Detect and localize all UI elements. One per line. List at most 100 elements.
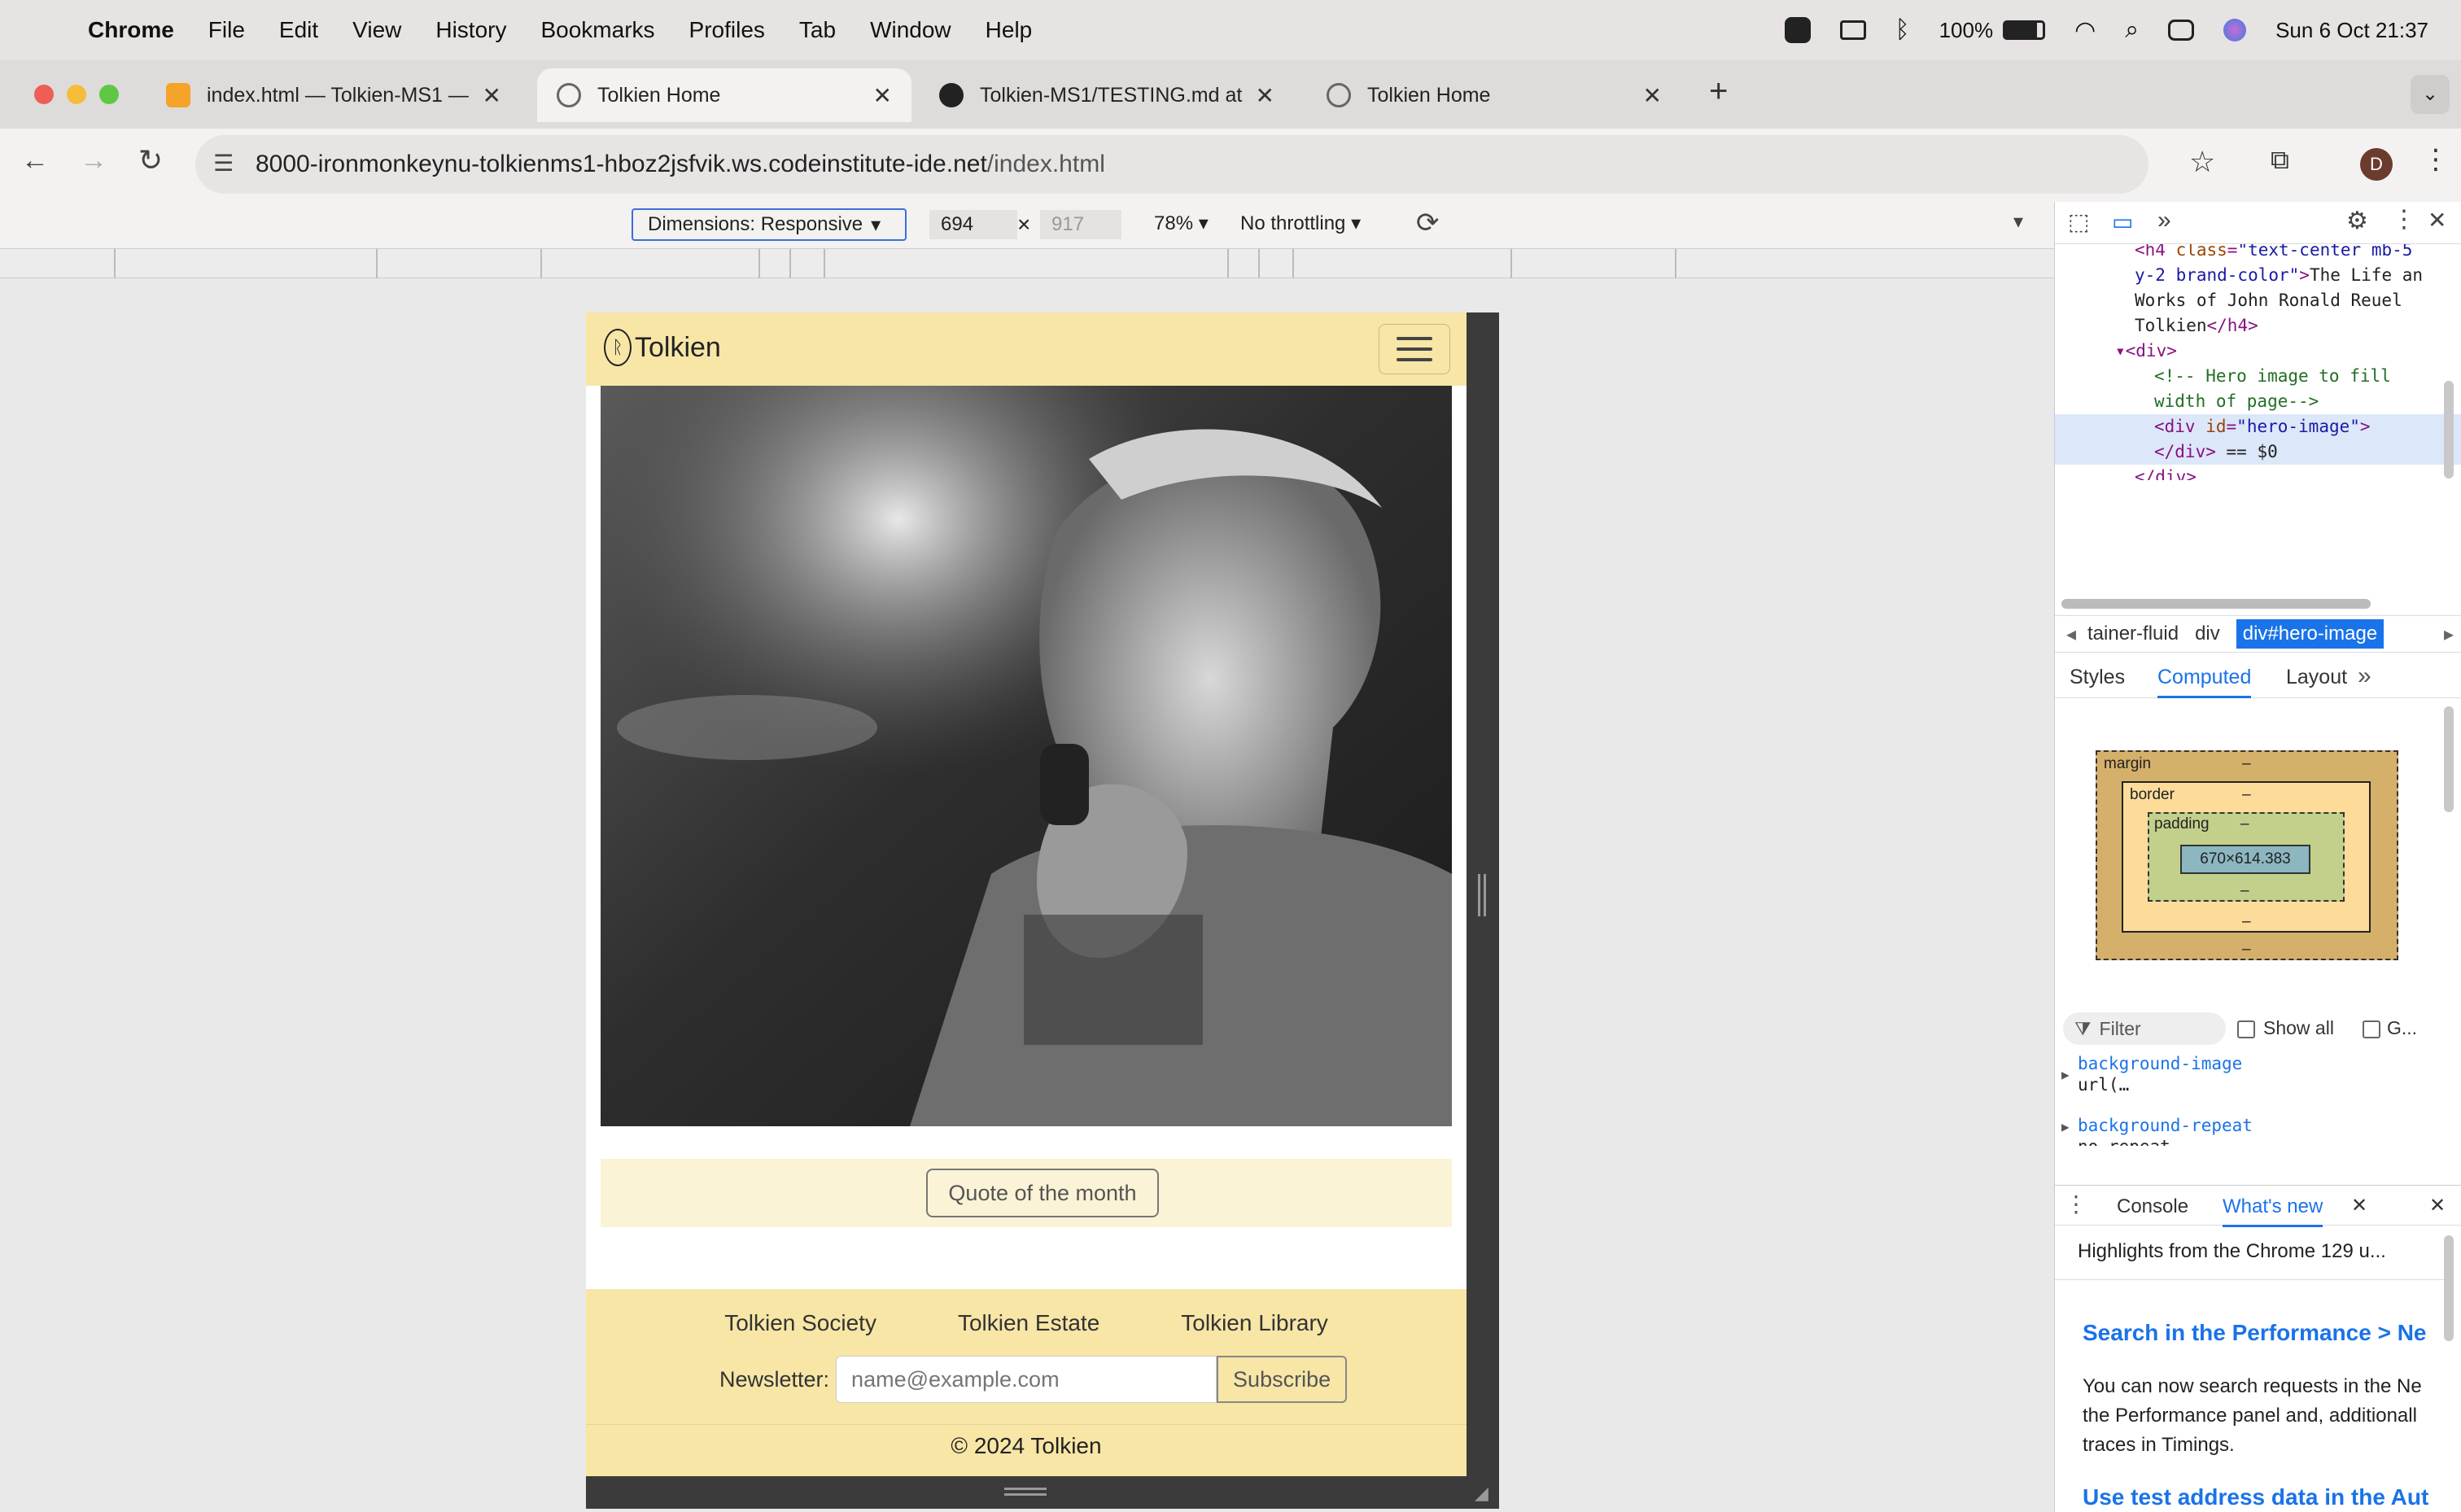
throttling-select[interactable]: No throttling ▾ [1240, 212, 1361, 235]
close-drawer-icon[interactable]: ✕ [2429, 1194, 2446, 1217]
breadcrumb-item-selected[interactable]: div#hero-image [2236, 619, 2385, 649]
group-checkbox[interactable] [2363, 1020, 2380, 1038]
menu-edit[interactable]: Edit [279, 17, 318, 43]
forward-icon[interactable]: → [80, 145, 107, 177]
wifi-icon[interactable]: ◠ [2074, 16, 2096, 45]
tab-console[interactable]: Console [2117, 1195, 2188, 1218]
footer-link-tolkien-estate[interactable]: Tolkien Estate [958, 1310, 1099, 1336]
height-input[interactable]: 917 [1040, 210, 1121, 239]
profile-avatar[interactable]: D [2360, 148, 2393, 181]
more-panels-icon[interactable]: » [2157, 207, 2171, 234]
extensions-icon[interactable]: ⧉ [2271, 145, 2289, 176]
devtools-menu-icon[interactable]: ⋮ [2392, 205, 2416, 234]
address-bar[interactable]: ☰ 8000-ironmonkeynu-tolkienms1-hboz2jsfv… [195, 135, 2148, 194]
clock[interactable]: Sun 6 Oct 21:37 [2275, 18, 2428, 43]
menu-window[interactable]: Window [870, 17, 951, 43]
globe-icon [557, 83, 581, 107]
computed-scrollbar[interactable] [2444, 706, 2454, 812]
quote-of-the-month-button[interactable]: Quote of the month [926, 1169, 1159, 1217]
breadcrumb-item[interactable]: div [2195, 623, 2220, 645]
new-tab-icon[interactable]: + [1709, 73, 1728, 110]
breadcrumb-left-icon[interactable]: ◂ [2055, 623, 2087, 646]
resize-grip-icon[interactable] [1004, 1488, 1047, 1496]
computed-property[interactable]: ▶ background-repeat no-repeat [2055, 1115, 2461, 1146]
newsletter-email-input[interactable] [836, 1356, 1217, 1403]
viewport-resize-handle-bottom[interactable]: ◢ [586, 1476, 1499, 1509]
tab-whats-new[interactable]: What's new [2223, 1195, 2323, 1227]
dom-breadcrumbs: ◂ tainer-fluid div div#hero-image ▸ [2055, 615, 2461, 653]
battery-icon[interactable] [2003, 20, 2046, 40]
subscribe-button[interactable]: Subscribe [1217, 1356, 1348, 1403]
menu-profiles[interactable]: Profiles [689, 17, 765, 43]
elements-horizontal-scrollbar[interactable] [2061, 599, 2371, 609]
width-input[interactable]: 694 [929, 210, 1017, 239]
close-icon[interactable]: ✕ [873, 82, 892, 109]
footer-link-tolkien-library[interactable]: Tolkien Library [1181, 1310, 1328, 1336]
app-status-icon[interactable] [1784, 17, 1811, 43]
inspect-element-icon[interactable]: ⬚ [2068, 208, 2089, 235]
menu-bookmarks[interactable]: Bookmarks [540, 17, 654, 43]
device-toggle-icon[interactable]: ▭ [2112, 208, 2133, 235]
resize-grip-icon[interactable] [1478, 874, 1486, 916]
close-icon[interactable]: ✕ [1643, 82, 1662, 109]
reload-icon[interactable]: ↻ [138, 143, 163, 177]
show-all-checkbox[interactable] [2237, 1020, 2255, 1038]
search-icon[interactable]: ⌕ [2125, 16, 2139, 44]
menu-file[interactable]: File [208, 17, 245, 43]
bluetooth-icon[interactable]: ᛒ [1895, 16, 1910, 44]
tab-testing-md[interactable]: Tolkien-MS1/TESTING.md at r ✕ [920, 68, 1294, 122]
corner-resize-icon[interactable]: ◢ [1475, 1483, 1488, 1504]
more-tabs-icon[interactable]: » [2358, 662, 2371, 690]
viewport-resize-handle-side[interactable] [1467, 312, 1499, 1476]
tab-layout[interactable]: Layout [2286, 666, 2347, 689]
padding-label: padding [2154, 815, 2210, 832]
tab-tolkien-home-active[interactable]: Tolkien Home ✕ [537, 68, 911, 122]
menu-tab[interactable]: Tab [799, 17, 836, 43]
bookmark-star-icon[interactable]: ☆ [2189, 145, 2215, 179]
computed-property[interactable]: ▶ background-image url(… [2055, 1053, 2461, 1095]
tab-index-html[interactable]: index.html — Tolkien-MS1 — C ✕ [146, 68, 521, 122]
site-info-icon[interactable]: ☰ [213, 150, 234, 177]
whats-new-heading[interactable]: Search in the Performance > Ne [2083, 1320, 2427, 1346]
footer-link-tolkien-society[interactable]: Tolkien Society [724, 1310, 876, 1336]
github-icon [939, 83, 964, 107]
close-icon[interactable]: ✕ [1256, 82, 1274, 109]
whats-new-heading-2[interactable]: Use test address data in the Aut [2083, 1484, 2428, 1510]
window-close-button[interactable] [34, 85, 54, 104]
computed-filter-input[interactable]: ⧩ Filter [2063, 1012, 2226, 1045]
border-label: border [2130, 786, 2175, 803]
breadcrumb-item[interactable]: tainer-fluid [2087, 623, 2179, 645]
tab-styles[interactable]: Styles [2070, 666, 2125, 689]
devtools-drawer-tabs: ⋮ Console What's new ✕ ✕ [2055, 1185, 2461, 1227]
site-footer: Tolkien Society Tolkien Estate Tolkien L… [586, 1289, 1467, 1476]
close-icon[interactable]: ✕ [2428, 207, 2446, 234]
close-icon[interactable]: ✕ [483, 82, 501, 109]
drawer-scrollbar[interactable] [2444, 1235, 2454, 1341]
window-minimize-button[interactable] [67, 85, 86, 104]
site-brand[interactable]: ᚱ Tolkien [604, 329, 721, 366]
window-zoom-button[interactable] [99, 85, 119, 104]
elements-tree[interactable]: <h4 class="text-center mb-5 y-2 brand-co… [2055, 244, 2461, 480]
zoom-select[interactable]: 78% ▾ [1154, 212, 1209, 235]
elements-scrollbar[interactable] [2444, 381, 2454, 479]
menu-chrome[interactable]: Chrome [88, 17, 174, 43]
tab-search-icon[interactable]: ⌄ [2411, 75, 2450, 114]
chrome-menu-icon[interactable]: ⋮ [2422, 143, 2450, 176]
breadcrumb-right-icon[interactable]: ▸ [2444, 623, 2454, 646]
rotate-icon[interactable]: ⟳ [1416, 207, 1440, 239]
menu-history[interactable]: History [435, 17, 506, 43]
close-icon[interactable]: ✕ [2351, 1194, 2367, 1217]
navbar-toggler-button[interactable] [1379, 324, 1450, 374]
tab-tolkien-home-2[interactable]: Tolkien Home ✕ [1307, 68, 1681, 122]
settings-icon[interactable]: ⚙ [2346, 207, 2368, 235]
drawer-menu-icon[interactable]: ⋮ [2065, 1191, 2087, 1217]
siri-icon[interactable] [2223, 19, 2247, 42]
back-icon[interactable]: ← [21, 145, 49, 177]
control-center-icon[interactable] [2168, 20, 2195, 41]
menu-help[interactable]: Help [986, 17, 1033, 43]
device-options-icon[interactable]: ▾ [2013, 210, 2023, 234]
keyboard-icon[interactable] [1839, 20, 1866, 40]
tab-computed[interactable]: Computed [2157, 666, 2252, 698]
dimensions-select[interactable]: Dimensions: Responsive ▾ [632, 208, 907, 241]
menu-view[interactable]: View [352, 17, 401, 43]
